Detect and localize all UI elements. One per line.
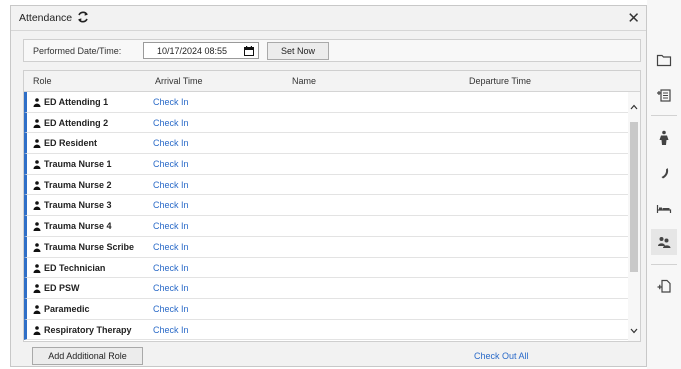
table-row: Trauma Nurse 1 Check In	[24, 154, 629, 175]
role-label: Paramedic	[44, 303, 90, 314]
table-row: ED PSW Check In	[24, 278, 629, 299]
role-label: Trauma Nurse 4	[44, 221, 112, 232]
attendance-dialog: Attendance ✕ Performed Date/Time: 10/17/…	[10, 5, 647, 367]
person-icon	[33, 180, 41, 190]
table-header: Role Arrival Time Name Departure Time	[24, 71, 640, 92]
role-label: ED Attending 1	[44, 97, 109, 107]
role-label: ED Attending 2	[44, 117, 109, 128]
check-out-all-link[interactable]: Check Out All	[474, 351, 529, 361]
table-row: Trauma Nurse 3 Check In	[24, 195, 629, 217]
person-icon	[33, 139, 41, 149]
table-row: Respiratory Therapy Check In	[24, 319, 629, 341]
role-label: ED Technician	[44, 262, 106, 273]
attendance-table: Role Arrival Time Name Departure Time ED…	[23, 70, 641, 342]
role-label: ED PSW	[44, 283, 80, 294]
bed-icon[interactable]	[651, 195, 677, 221]
check-in-link[interactable]: Check In	[153, 263, 189, 273]
table-row: Paramedic Check In	[24, 298, 629, 320]
check-in-link[interactable]: Check In	[153, 97, 189, 107]
performed-datetime-bar: Performed Date/Time: 10/17/2024 08:55 Se…	[23, 39, 641, 62]
team-icon[interactable]	[651, 229, 677, 255]
header-name: Name	[292, 76, 317, 86]
role-label: Respiratory Therapy	[44, 324, 132, 335]
table-row: ED Technician Check In	[24, 257, 629, 279]
person-standing-icon[interactable]	[651, 125, 677, 151]
folder-icon[interactable]	[651, 47, 677, 73]
vertical-scrollbar[interactable]	[628, 92, 640, 341]
person-icon	[33, 284, 41, 294]
date-time-input[interactable]: 10/17/2024 08:55	[143, 42, 259, 59]
table-row: Trauma Nurse Scribe Check In	[24, 236, 629, 258]
person-icon	[33, 222, 41, 232]
person-icon	[33, 98, 41, 107]
date-time-value: 10/17/2024 08:55	[157, 46, 228, 56]
check-in-link[interactable]: Check In	[153, 180, 189, 190]
scroll-thumb[interactable]	[630, 122, 638, 272]
table-row: ED Attending 2 Check In	[24, 112, 629, 134]
person-icon	[33, 160, 41, 170]
add-document-icon[interactable]	[651, 273, 677, 299]
set-now-button[interactable]: Set Now	[267, 42, 329, 60]
person-icon	[33, 201, 41, 211]
person-icon	[33, 305, 41, 314]
person-icon	[33, 243, 41, 252]
sidebar-divider	[651, 264, 677, 265]
dialog-title: Attendance	[19, 12, 73, 24]
add-note-icon[interactable]	[651, 82, 677, 108]
table-row: Trauma Nurse 4 Check In	[24, 216, 629, 237]
phone-icon[interactable]	[651, 160, 677, 186]
role-label: Trauma Nurse 3	[44, 200, 112, 211]
check-in-link[interactable]: Check In	[153, 283, 189, 293]
check-in-link[interactable]: Check In	[153, 118, 189, 128]
sidebar-divider	[651, 115, 677, 116]
add-additional-role-button[interactable]: Add Additional Role	[32, 347, 143, 365]
header-role: Role	[33, 76, 52, 86]
table-body: ED Attending 1 Check In ED Attending 2 Chec…	[24, 92, 629, 341]
check-in-link[interactable]: Check In	[153, 242, 189, 252]
person-icon	[33, 118, 41, 128]
role-label: Trauma Nurse 2	[44, 179, 112, 190]
header-departure-time: Departure Time	[469, 76, 532, 86]
role-label: ED Resident	[44, 138, 98, 149]
dialog-titlebar: Attendance ✕	[11, 6, 646, 31]
left-edge	[0, 0, 10, 369]
person-icon	[33, 325, 41, 335]
refresh-icon[interactable]	[76, 10, 90, 24]
check-in-link[interactable]: Check In	[153, 221, 189, 231]
date-label: Performed Date/Time:	[33, 46, 122, 56]
check-in-link[interactable]: Check In	[153, 325, 189, 335]
check-in-link[interactable]: Check In	[153, 138, 189, 148]
right-sidebar	[647, 0, 681, 369]
table-row: ED Resident Check In	[24, 133, 629, 155]
table-row: Trauma Nurse 2 Check In	[24, 174, 629, 196]
check-in-link[interactable]: Check In	[153, 159, 189, 169]
dialog-footer: Add Additional Role Check Out All	[23, 343, 641, 365]
scroll-down-icon[interactable]	[630, 327, 638, 335]
calendar-icon[interactable]	[244, 46, 254, 56]
check-in-link[interactable]: Check In	[153, 200, 189, 210]
role-label: Trauma Nurse Scribe	[44, 241, 135, 252]
person-icon	[33, 263, 41, 273]
scroll-up-icon[interactable]	[630, 103, 638, 111]
header-arrival-time: Arrival Time	[155, 76, 203, 86]
check-in-link[interactable]: Check In	[153, 304, 189, 314]
close-icon[interactable]: ✕	[627, 9, 640, 27]
role-label: Trauma Nurse 1	[44, 159, 112, 170]
table-row: ED Attending 1 Check In	[24, 92, 629, 113]
